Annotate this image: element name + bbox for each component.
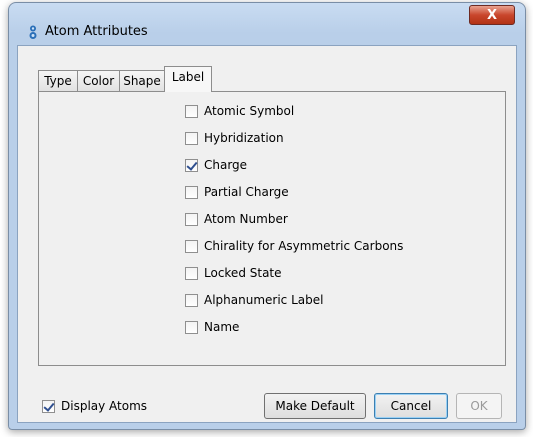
option-chirality[interactable]: Chirality for Asymmetric Carbons <box>185 238 403 254</box>
close-button[interactable]: X <box>469 5 515 25</box>
option-partial-charge[interactable]: Partial Charge <box>185 184 289 200</box>
cancel-button[interactable]: Cancel <box>374 393 448 419</box>
option-atom-number[interactable]: Atom Number <box>185 211 288 227</box>
checkbox[interactable] <box>185 104 198 118</box>
display-atoms-option[interactable]: Display Atoms <box>42 399 147 413</box>
window-title: Atom Attributes <box>45 24 148 39</box>
option-label: Charge <box>204 158 248 172</box>
tab-shape[interactable]: Shape <box>119 70 165 91</box>
display-atoms-checkbox[interactable] <box>42 399 55 413</box>
option-label: Locked State <box>204 266 282 280</box>
tab-label[interactable]: Label <box>164 66 212 92</box>
option-alphanumeric-label[interactable]: Alphanumeric Label <box>185 292 323 308</box>
option-charge[interactable]: Charge <box>185 157 247 173</box>
checkbox[interactable] <box>185 266 198 280</box>
checkbox-checked[interactable] <box>185 158 198 172</box>
checkbox[interactable] <box>185 293 198 307</box>
option-label: Chirality for Asymmetric Carbons <box>204 239 404 253</box>
make-default-button[interactable]: Make Default <box>264 393 366 419</box>
checkbox[interactable] <box>185 131 198 145</box>
ok-button[interactable]: OK <box>456 393 502 419</box>
option-locked-state[interactable]: Locked State <box>185 265 282 281</box>
tab-color[interactable]: Color <box>77 70 120 91</box>
app-icon <box>29 25 37 39</box>
option-label: Hybridization <box>204 131 284 145</box>
option-name[interactable]: Name <box>185 319 239 335</box>
tab-type[interactable]: Type <box>38 70 78 91</box>
option-label: Partial Charge <box>204 185 289 199</box>
option-hybridization[interactable]: Hybridization <box>185 130 284 146</box>
option-label: Alphanumeric Label <box>204 293 324 307</box>
checkbox[interactable] <box>185 239 198 253</box>
option-label: Atomic Symbol <box>204 104 295 118</box>
close-icon: X <box>486 7 498 23</box>
display-atoms-label: Display Atoms <box>61 399 148 413</box>
title-bar[interactable]: Atom Attributes X <box>9 3 525 43</box>
dialog-client-area: Type Color Shape Label Atomic Symbol Hyb… <box>17 45 517 423</box>
label-tab-panel: Atomic Symbol Hybridization Charge Parti… <box>38 91 506 366</box>
checkbox[interactable] <box>185 185 198 199</box>
option-atomic-symbol[interactable]: Atomic Symbol <box>185 103 294 119</box>
checkbox[interactable] <box>185 212 198 226</box>
option-label: Name <box>204 320 240 334</box>
option-label: Atom Number <box>204 212 288 226</box>
atom-attributes-dialog: Atom Attributes X Type Color Shape Label… <box>8 2 526 430</box>
checkbox[interactable] <box>185 320 198 334</box>
